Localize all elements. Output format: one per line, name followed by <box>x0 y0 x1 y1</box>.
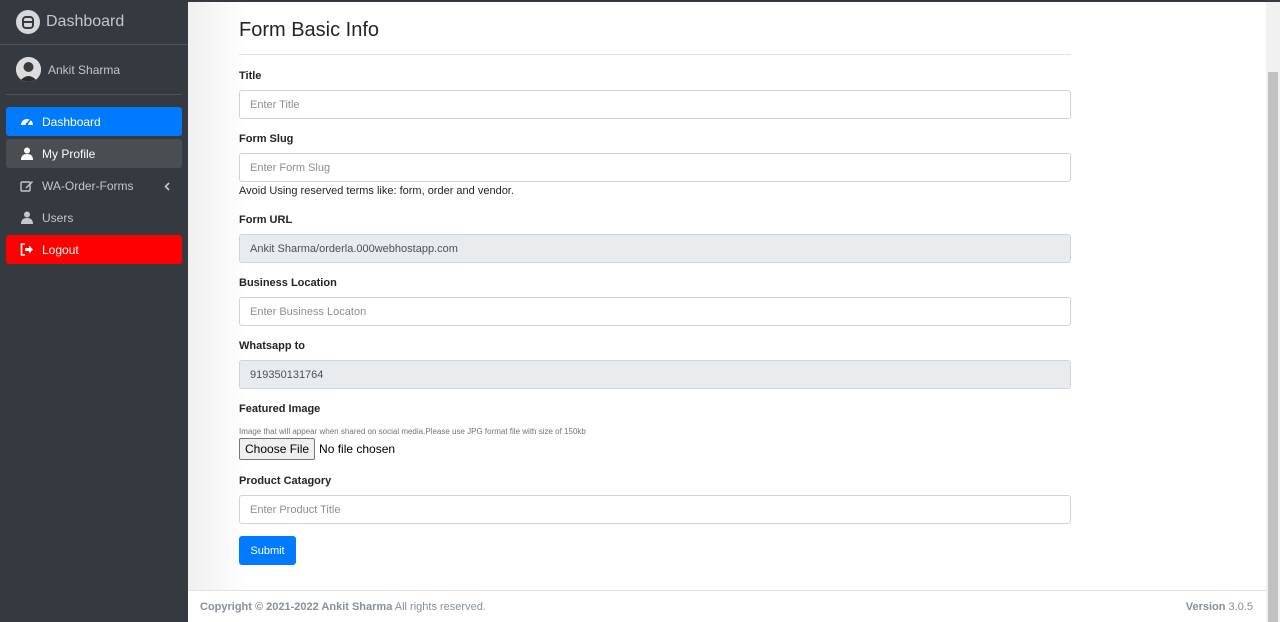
avatar <box>16 57 41 82</box>
top-border <box>0 0 1280 2</box>
footer: Copyright © 2021-2022 Ankit Sharma All r… <box>188 590 1266 622</box>
file-status: No file chosen <box>319 442 396 456</box>
sign-out-icon <box>20 243 34 257</box>
scroll-thumb[interactable] <box>1268 72 1278 622</box>
brand-text: Dashboard <box>46 13 125 30</box>
sidebar: Dashboard Ankit Sharma Dashboard My Prof… <box>0 0 188 622</box>
copyright-bold: Copyright © 2021-2022 Ankit Sharma <box>200 600 393 613</box>
sidebar-item-label: Logout <box>42 242 79 257</box>
brand-link[interactable]: Dashboard <box>0 0 188 45</box>
copyright: Copyright © 2021-2022 Ankit Sharma All r… <box>200 601 486 613</box>
user-name: Ankit Sharma <box>48 62 121 77</box>
form-slug-help: Avoid Using reserved terms like: form, o… <box>239 185 514 197</box>
copyright-rest: All rights reserved. <box>392 600 486 613</box>
sidebar-item-my-profile[interactable]: My Profile <box>6 139 182 168</box>
sidebar-item-logout[interactable]: Logout <box>6 235 182 264</box>
file-input: Choose File No file chosen <box>239 438 1071 460</box>
brand-logo-icon <box>16 10 40 34</box>
business-location-label: Business Location <box>239 277 337 289</box>
whatsapp-input[interactable] <box>239 360 1071 389</box>
submit-button[interactable]: Submit <box>239 536 296 565</box>
chevron-left-icon <box>164 180 170 194</box>
version-value: 3.0.5 <box>1225 600 1253 613</box>
sidebar-item-dashboard[interactable]: Dashboard <box>6 107 182 136</box>
form-slug-label: Form Slug <box>239 133 294 145</box>
page-title: Form Basic Info <box>239 19 1071 55</box>
sidebar-item-label: Dashboard <box>42 114 101 129</box>
product-category-input[interactable] <box>239 495 1071 524</box>
sidebar-nav: Dashboard My Profile WA-Order-Forms User… <box>0 107 188 264</box>
sidebar-item-label: WA-Order-Forms <box>42 178 134 193</box>
product-category-label: Product Catagory <box>239 475 332 487</box>
featured-image-help: Image that will appear when shared on so… <box>239 427 586 436</box>
sidebar-item-users[interactable]: Users <box>6 203 182 232</box>
whatsapp-label: Whatsapp to <box>239 340 305 352</box>
version: Version 3.0.5 <box>1186 601 1253 613</box>
form-url-input[interactable] <box>239 234 1071 263</box>
edit-icon <box>20 179 34 193</box>
title-input[interactable] <box>239 90 1071 119</box>
tachometer-icon <box>20 115 34 129</box>
choose-file-button[interactable]: Choose File <box>239 438 316 460</box>
business-location-input[interactable] <box>239 297 1071 326</box>
sidebar-item-label: Users <box>42 210 74 225</box>
user-icon <box>20 147 34 161</box>
version-label: Version <box>1185 600 1226 613</box>
form-slug-input[interactable] <box>239 153 1071 182</box>
user-panel[interactable]: Ankit Sharma <box>6 45 182 95</box>
form-basic-info: Form Basic Info Title Form Slug Avoid Us… <box>239 0 1071 565</box>
title-label: Title <box>239 70 262 82</box>
form-url-label: Form URL <box>239 214 293 226</box>
sidebar-item-label: My Profile <box>42 146 96 161</box>
featured-image-label: Featured Image <box>239 403 321 415</box>
user-icon <box>20 211 34 225</box>
scrollbar[interactable] <box>1266 0 1280 622</box>
sidebar-item-wa-order-forms[interactable]: WA-Order-Forms <box>6 171 182 200</box>
